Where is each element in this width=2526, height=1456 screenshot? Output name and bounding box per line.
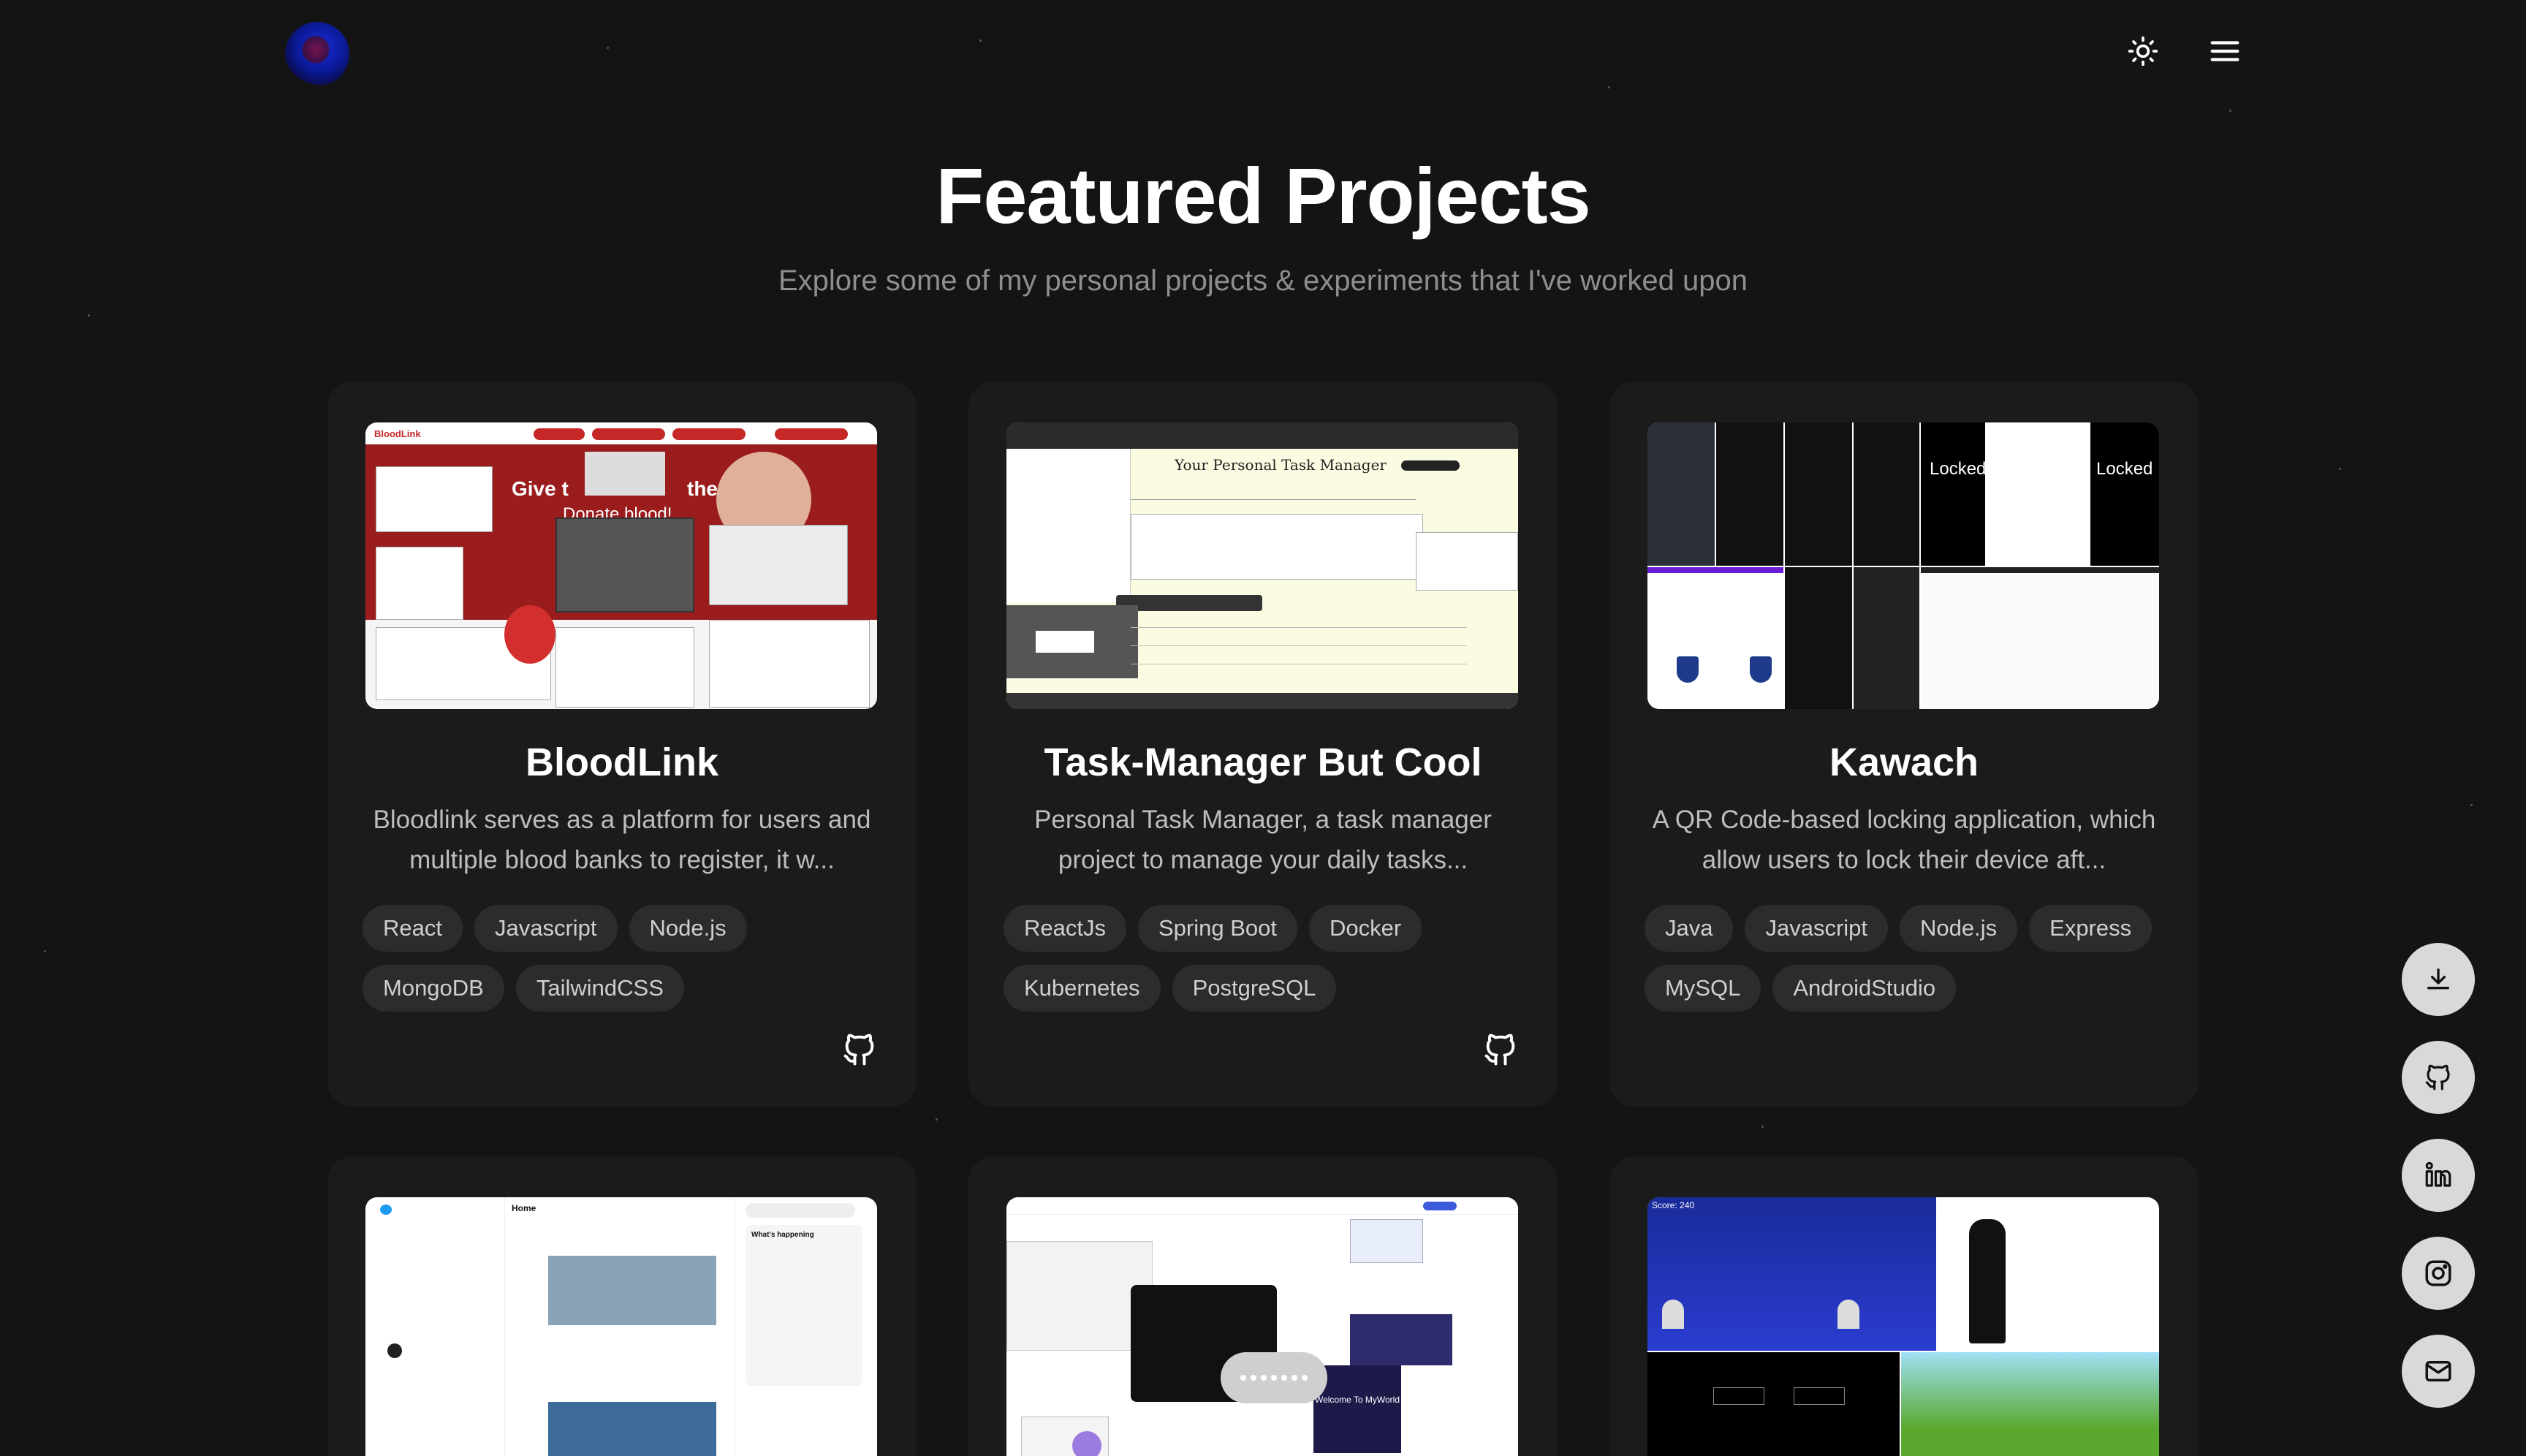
github-icon	[2425, 1064, 2450, 1091]
project-title: Kawach	[1829, 740, 1979, 784]
tech-tag: MySQL	[1645, 965, 1761, 1012]
tech-tag: TailwindCSS	[515, 965, 684, 1012]
tech-tag: Kubernetes	[1004, 965, 1161, 1012]
tech-tag: Javascript	[1745, 905, 1889, 952]
menu-button[interactable]	[2203, 29, 2247, 73]
project-card-games[interactable]: Score: 240	[1609, 1156, 2199, 1456]
project-card-task-manager[interactable]: Your Personal Task Manager Task-Manager …	[968, 382, 1558, 1107]
tech-tags: ReactJs Spring Boot Docker Kubernetes Po…	[1004, 905, 1530, 1012]
email-link-button[interactable]	[2402, 1335, 2475, 1408]
sun-icon	[2128, 36, 2158, 67]
mail-icon	[2425, 1361, 2451, 1381]
project-thumbnail: Locked Locked	[1647, 422, 2159, 709]
tech-tag: ReactJs	[1004, 905, 1126, 952]
tech-tag: React	[363, 905, 463, 952]
project-card-kawach[interactable]: Locked Locked Kawach A QR Code-based loc…	[1609, 382, 2199, 1107]
linkedin-icon	[2425, 1161, 2451, 1187]
project-description: Personal Task Manager, a task manager pr…	[1034, 805, 1492, 874]
tech-tags: React Javascript Node.js MongoDB Tailwin…	[363, 905, 889, 1012]
project-description: A QR Code-based locking application, whi…	[1652, 805, 2156, 874]
github-icon[interactable]	[1482, 1031, 1520, 1069]
project-description: Bloodlink serves as a platform for users…	[373, 805, 871, 874]
tech-tag: Java	[1645, 905, 1734, 952]
tech-tag: Javascript	[474, 905, 618, 952]
section-title: Featured Projects	[936, 151, 1590, 240]
project-title: Task-Manager But Cool	[1044, 740, 1482, 784]
tech-tag: PostgreSQL	[1172, 965, 1337, 1012]
project-thumbnail: BloodLink Give t thers. Donate blood!	[365, 422, 877, 709]
resume-download-button[interactable]	[2402, 943, 2475, 1016]
instagram-icon	[2425, 1260, 2451, 1286]
section-subtitle: Explore some of my personal projects & e…	[778, 265, 1748, 297]
project-thumbnail: Welcome To MyWorld	[1006, 1197, 1518, 1456]
scroll-dots-indicator	[1221, 1352, 1327, 1403]
project-title: BloodLink	[526, 740, 718, 784]
tech-tag: Express	[2029, 905, 2153, 952]
tech-tag: MongoDB	[363, 965, 504, 1012]
project-card-portfolio[interactable]: Welcome To MyWorld	[968, 1156, 1558, 1456]
project-thumbnail: Your Personal Task Manager	[1006, 422, 1518, 709]
theme-toggle-button[interactable]	[2121, 29, 2165, 73]
tech-tags: Java Javascript Node.js Express MySQL An…	[1645, 905, 2171, 1012]
instagram-link-button[interactable]	[2402, 1237, 2475, 1310]
project-card-bloodlink[interactable]: BloodLink Give t thers. Donate blood! Bl…	[327, 382, 917, 1107]
tech-tag: Node.js	[629, 905, 747, 952]
github-icon[interactable]	[841, 1031, 879, 1069]
tech-tag: Spring Boot	[1137, 905, 1297, 952]
project-card-twitter-clone[interactable]: Home What's happening	[327, 1156, 917, 1456]
tech-tag: AndroidStudio	[1772, 965, 1957, 1012]
planet-logo-icon[interactable]	[285, 22, 349, 86]
project-thumbnail: Score: 240	[1647, 1197, 2159, 1456]
github-link-button[interactable]	[2402, 1041, 2475, 1114]
project-thumbnail: Home What's happening	[365, 1197, 877, 1456]
download-icon	[2427, 968, 2449, 990]
tech-tag: Node.js	[1900, 905, 2018, 952]
hamburger-menu-icon	[2210, 41, 2239, 61]
linkedin-link-button[interactable]	[2402, 1139, 2475, 1212]
tech-tag: Docker	[1308, 905, 1422, 952]
